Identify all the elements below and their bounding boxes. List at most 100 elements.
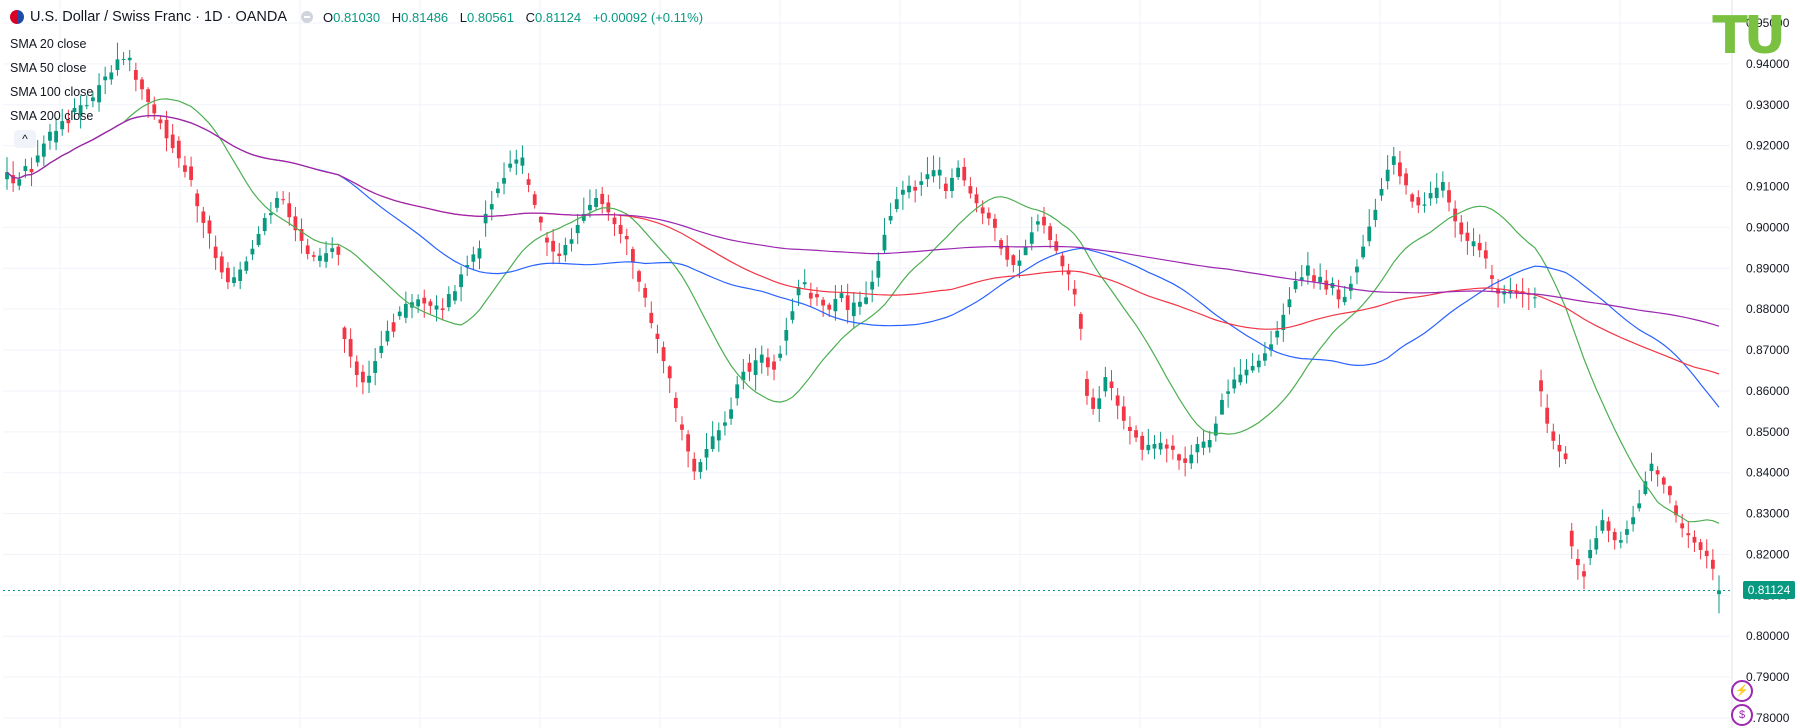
candle-body [152, 104, 157, 114]
us-flag-icon[interactable]: $ [1731, 704, 1753, 726]
candle-body [1263, 353, 1267, 361]
candle-body [1232, 379, 1237, 389]
candle-body [281, 199, 286, 201]
legend-sma200[interactable]: SMA 200 close [10, 104, 93, 128]
change-value: +0.00092 (+0.11%) [592, 9, 704, 25]
candle-body [600, 193, 605, 205]
candle-body [17, 179, 22, 186]
candle-body [612, 217, 617, 225]
candle-body [268, 213, 273, 216]
candle-body [127, 57, 132, 61]
candle-body [888, 215, 893, 221]
candle-body [1256, 360, 1261, 368]
candle-body [23, 166, 28, 171]
legend-collapse-button[interactable]: ^ [14, 130, 36, 148]
candle-body [1539, 380, 1543, 392]
candle-body [416, 299, 421, 307]
last-price-label: 0.81124 [1743, 581, 1795, 600]
candle-body [765, 357, 770, 368]
candle-body [1201, 441, 1206, 448]
price-chart[interactable]: 0.780000.790000.800000.810000.820000.830… [0, 0, 1800, 728]
candle-body [569, 239, 574, 244]
candle-body [845, 295, 850, 310]
candle-body [324, 253, 328, 262]
candle-body [207, 220, 212, 234]
candle-body [483, 213, 488, 224]
candle-body [1483, 250, 1488, 259]
symbol-title[interactable]: U.S. Dollar / Swiss Franc · 1D · OANDA [30, 9, 287, 25]
candle-body [1557, 444, 1562, 452]
candle-body [1692, 536, 1697, 543]
high-label: H [391, 9, 402, 25]
chart-root: 0.780000.790000.800000.810000.820000.830… [0, 0, 1800, 728]
candle-body [1134, 430, 1138, 438]
candle-body [502, 177, 506, 184]
candle-body [1625, 529, 1629, 535]
candle-body [1594, 538, 1599, 550]
legend-sma20[interactable]: SMA 20 close [10, 32, 93, 56]
indicator-legend: SMA 20 close SMA 50 close SMA 100 close … [10, 32, 93, 128]
candle-body [1490, 275, 1494, 279]
candle-body [489, 204, 494, 210]
candle-body [1533, 297, 1537, 299]
y-tick-label: 0.85000 [1746, 425, 1790, 439]
candle-body [1011, 255, 1016, 266]
candle-body [250, 248, 255, 255]
candle-body [158, 119, 163, 124]
y-tick-label: 0.93000 [1746, 98, 1790, 112]
candle-body [1128, 426, 1132, 432]
candle-body [1465, 232, 1470, 241]
candle-body [839, 293, 844, 299]
y-tick-label: 0.88000 [1746, 302, 1790, 316]
y-tick-label: 0.84000 [1746, 466, 1790, 480]
candle-body [385, 330, 390, 342]
candle-body [1085, 379, 1089, 396]
candle-body [1416, 197, 1421, 206]
candle-body [140, 79, 144, 90]
candle-body [1355, 266, 1359, 273]
candle-body [673, 397, 678, 409]
legend-sma100[interactable]: SMA 100 close [10, 80, 93, 104]
candle-body [1042, 216, 1046, 226]
candle-body [655, 333, 660, 340]
candle-body [643, 287, 648, 298]
candle-body [373, 361, 378, 373]
candle-body [858, 301, 862, 307]
candle-body [802, 282, 807, 285]
candle-body [1152, 444, 1157, 449]
candle-body [919, 181, 924, 185]
candle-body [508, 163, 513, 168]
candle-body [667, 366, 672, 379]
candle-body [1017, 260, 1022, 266]
y-tick-label: 0.87000 [1746, 343, 1790, 357]
candle-body [538, 216, 543, 223]
candle-body [723, 422, 727, 426]
candle-body [1312, 275, 1316, 282]
candle-body [1606, 521, 1611, 531]
candle-body [1342, 296, 1347, 303]
candle-body [1367, 226, 1372, 242]
candle-body [397, 311, 402, 317]
candle-body [453, 291, 457, 301]
sma-20-line [6, 98, 1720, 524]
candle-body [563, 244, 568, 256]
candle-body [48, 131, 52, 141]
y-tick-label: 0.92000 [1746, 139, 1790, 153]
candle-body [1170, 445, 1175, 450]
market-status-icon[interactable] [301, 11, 314, 23]
lightning-icon[interactable]: ⚡ [1731, 680, 1753, 702]
candle-body [882, 234, 887, 251]
y-tick-label: 0.83000 [1746, 507, 1790, 521]
legend-sma50[interactable]: SMA 50 close [10, 56, 93, 80]
candle-body [1575, 558, 1580, 566]
y-tick-label: 0.82000 [1746, 547, 1790, 561]
candle-body [759, 354, 764, 363]
candle-body [735, 384, 740, 399]
candle-body [1060, 255, 1065, 267]
candle-body [1348, 283, 1353, 291]
close-label: C [525, 9, 536, 25]
candle-body [1600, 520, 1605, 531]
price-axis: 0.780000.790000.800000.810000.820000.830… [1731, 0, 1790, 728]
symbol-header: U.S. Dollar / Swiss Franc · 1D · OANDA O… [10, 6, 703, 28]
candle-body [704, 448, 709, 458]
